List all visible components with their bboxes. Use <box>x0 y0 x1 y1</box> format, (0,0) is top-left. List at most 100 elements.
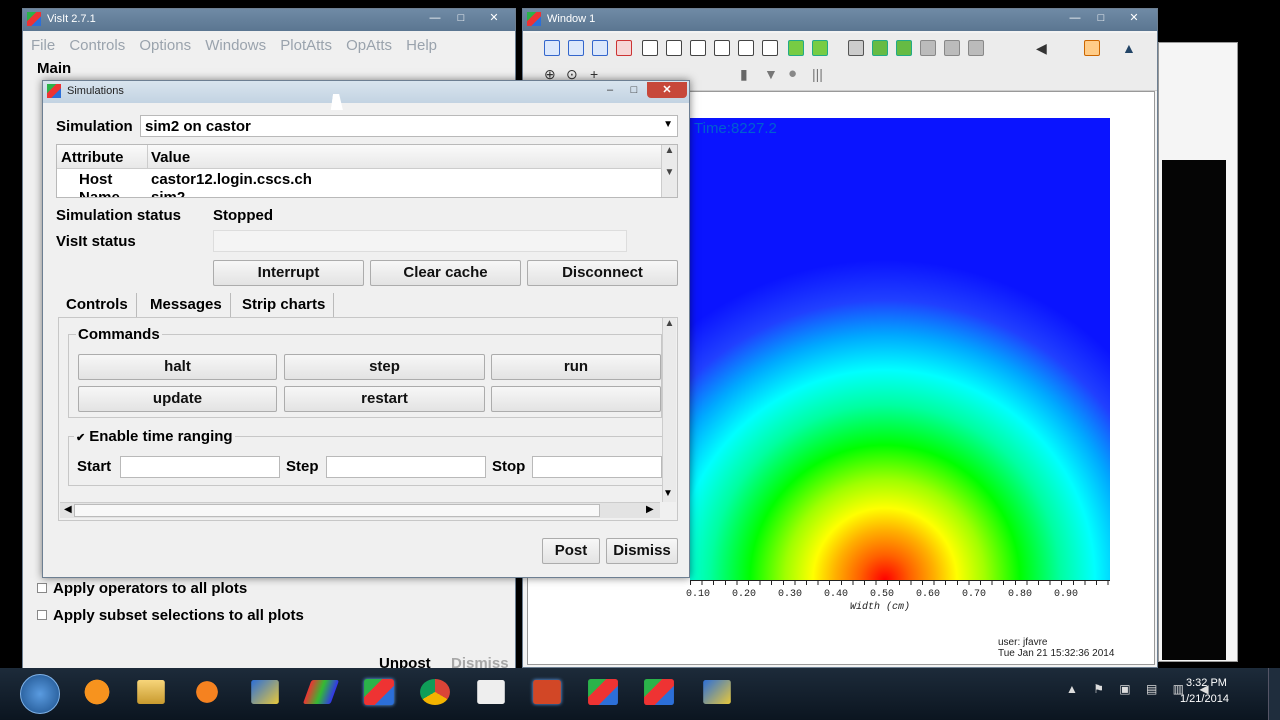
toolbar-icon-5[interactable] <box>642 40 658 56</box>
tab-controls[interactable]: Controls <box>58 293 137 317</box>
toolbar-icon-7[interactable] <box>690 40 706 56</box>
menu-file[interactable]: File <box>31 37 55 54</box>
show-desktop-button[interactable] <box>1268 668 1280 720</box>
menu-controls[interactable]: Controls <box>69 37 125 54</box>
clock-date[interactable]: 1/21/2014 <box>1180 693 1229 705</box>
viz-app-icon <box>527 12 541 26</box>
sim-maximize-button[interactable]: □ <box>623 82 645 98</box>
viz-maximize-button[interactable]: □ <box>1089 10 1113 26</box>
step-field[interactable] <box>326 456 486 478</box>
toolbar-icon-12[interactable] <box>812 40 828 56</box>
toolbar-icon-20[interactable] <box>1084 40 1100 56</box>
toolbar-icon-6[interactable] <box>666 40 682 56</box>
stop-label: Stop <box>492 458 526 475</box>
sim-title-bar[interactable]: Simulations – □ ✕ <box>43 81 689 103</box>
halt-button[interactable]: halt <box>78 354 277 380</box>
viz-title-bar[interactable]: Window 1 — □ ✕ <box>523 9 1157 31</box>
menu-opatts[interactable]: OpAtts <box>346 37 392 54</box>
toolbar-icon-13[interactable] <box>848 40 864 56</box>
toolbar-icon-14[interactable] <box>872 40 888 56</box>
stop-field[interactable] <box>532 456 662 478</box>
restart-button[interactable]: restart <box>284 386 485 412</box>
panel-scroll-down-icon[interactable]: ▼ <box>663 488 673 499</box>
vnc-taskbar-icon[interactable] <box>477 680 505 704</box>
toolbar-icon-10[interactable] <box>762 40 778 56</box>
firefox-taskbar-icon[interactable] <box>74 672 120 712</box>
column-header-attribute[interactable]: Attribute <box>61 149 124 166</box>
main-checkbox-operators[interactable]: Apply operators to all plots <box>37 580 247 597</box>
attribute-table[interactable]: Attribute Value Host castor12.login.cscs… <box>56 144 678 198</box>
simulation-select[interactable]: sim2 on castor ▼ <box>140 115 678 137</box>
panel-horizontal-scrollbar[interactable]: ◀ ▶ <box>60 502 660 518</box>
tab-messages[interactable]: Messages <box>142 293 231 317</box>
toolbar-icon-4[interactable] <box>616 40 632 56</box>
network-app-taskbar-icon[interactable] <box>251 680 279 704</box>
toolbar-icon-17[interactable] <box>944 40 960 56</box>
scrollbar-thumb[interactable] <box>74 504 600 517</box>
step-button[interactable]: step <box>284 354 485 380</box>
panel-vertical-scrollbar[interactable]: ▲ <box>662 318 676 502</box>
menu-plotatts[interactable]: PlotAtts <box>280 37 332 54</box>
toolbar-icon-3[interactable] <box>592 40 608 56</box>
checkbox-icon <box>37 610 47 620</box>
explorer-taskbar-icon[interactable] <box>137 680 165 704</box>
media-player-taskbar-icon[interactable] <box>184 672 230 712</box>
toolbar-row2-icon-4[interactable]: ▮ <box>740 66 756 82</box>
toolbar-icon-8[interactable] <box>714 40 730 56</box>
toolbar-icon-9[interactable] <box>738 40 754 56</box>
minimize-button[interactable]: — <box>423 10 447 26</box>
update-button[interactable]: update <box>78 386 277 412</box>
toolbar-icon-1[interactable] <box>544 40 560 56</box>
x-tick-label: 0.20 <box>732 589 757 600</box>
disconnect-button[interactable]: Disconnect <box>527 260 678 286</box>
interrupt-button[interactable]: Interrupt <box>213 260 364 286</box>
menu-options[interactable]: Options <box>139 37 191 54</box>
start-field[interactable] <box>120 456 280 478</box>
pseudocolor-plot[interactable] <box>690 118 1110 580</box>
sim-close-button[interactable]: ✕ <box>647 82 687 98</box>
simulation-status-value: Stopped <box>213 207 273 224</box>
main-title-bar[interactable]: VisIt 2.7.1 — □ ✕ <box>23 9 515 31</box>
visit-taskbar-icon-2[interactable] <box>588 679 618 705</box>
viz-close-button[interactable]: ✕ <box>1117 10 1151 26</box>
x-tick-label: 0.50 <box>870 589 895 600</box>
scroll-left-icon[interactable]: ◀ <box>64 504 72 515</box>
main-checkbox-subsets[interactable]: Apply subset selections to all plots <box>37 607 304 624</box>
visit-taskbar-icon-3[interactable] <box>644 679 674 705</box>
run-button[interactable]: run <box>491 354 661 380</box>
toolbar-icon-18[interactable] <box>968 40 984 56</box>
toolbar-icon-19[interactable]: ◀ <box>1036 40 1052 56</box>
toolbar-row2-icon-7[interactable]: ||| <box>812 66 828 82</box>
main-section-tab[interactable]: Main <box>37 60 71 77</box>
table-scrollbar[interactable]: ▲ ▼ <box>661 145 677 197</box>
enable-time-ranging-checkbox[interactable]: ✔ Enable time ranging <box>74 428 235 445</box>
toolbar-icon-21[interactable]: ▲ <box>1122 40 1138 56</box>
post-button[interactable]: Post <box>542 538 600 564</box>
column-header-value[interactable]: Value <box>151 149 190 166</box>
close-button[interactable]: ✕ <box>477 10 511 26</box>
menu-help[interactable]: Help <box>406 37 437 54</box>
clear-cache-button[interactable]: Clear cache <box>370 260 521 286</box>
menu-windows[interactable]: Windows <box>205 37 266 54</box>
x-tick-label: 0.60 <box>916 589 941 600</box>
viz-minimize-button[interactable]: — <box>1063 10 1087 26</box>
sim-minimize-button[interactable]: – <box>599 82 621 98</box>
toolbar-row2-icon-5[interactable]: ▼ <box>764 66 780 82</box>
chrome-taskbar-icon[interactable] <box>420 679 450 705</box>
toolbar-icon-15[interactable] <box>896 40 912 56</box>
clock-time[interactable]: 3:32 PM <box>1186 677 1227 689</box>
network-taskbar-icon-2[interactable] <box>703 680 731 704</box>
maximize-button[interactable]: □ <box>449 10 473 26</box>
dismiss-button[interactable]: Dismiss <box>606 538 678 564</box>
toolbar-icon-16[interactable] <box>920 40 936 56</box>
empty-command-button[interactable] <box>491 386 661 412</box>
tab-strip-charts[interactable]: Strip charts <box>234 293 335 317</box>
start-button[interactable] <box>20 674 60 714</box>
toolbar-icon-11[interactable] <box>788 40 804 56</box>
toolbar-row2-icon-6[interactable]: ● <box>788 66 804 82</box>
main-menu-bar: File Controls Options Windows PlotAtts O… <box>31 37 447 54</box>
scroll-right-icon[interactable]: ▶ <box>646 504 654 515</box>
powerpoint-taskbar-icon[interactable] <box>533 680 561 704</box>
toolbar-icon-2[interactable] <box>568 40 584 56</box>
visit-taskbar-icon[interactable] <box>364 679 394 705</box>
